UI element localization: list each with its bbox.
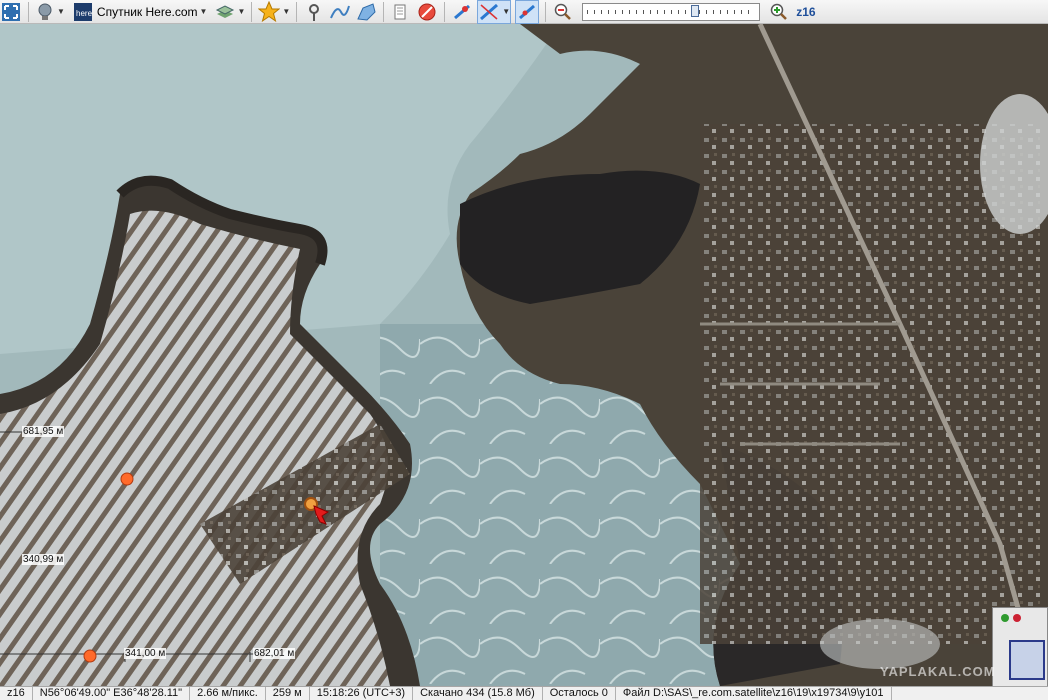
svg-text:here: here	[76, 9, 93, 18]
status-remaining: Осталось 0	[543, 687, 616, 700]
status-coordinates: N56°06'49.00" E36°48'28.11"	[33, 687, 191, 700]
favorites-button[interactable]: ▼	[258, 0, 291, 23]
zoom-level-label: z16	[796, 4, 816, 19]
ruler-label-horizontal-2: 682,01 м	[253, 648, 296, 659]
gps-button[interactable]	[451, 1, 473, 23]
minimap-zoom-in-icon	[1001, 614, 1009, 622]
markers-list-icon	[394, 4, 406, 19]
map-source-label: Спутник Here.com	[96, 4, 198, 19]
zoom-in-button[interactable]	[768, 1, 790, 23]
toolbar-separator	[545, 1, 547, 22]
add-path-button[interactable]	[329, 1, 351, 23]
gps-track-icon	[480, 3, 499, 20]
chevron-down-icon: ▼	[282, 7, 291, 16]
zoom-slider-thumb[interactable]	[691, 4, 700, 17]
minimap-controls	[1001, 614, 1021, 622]
add-polygon-button[interactable]	[355, 1, 377, 23]
zoom-slider[interactable]	[582, 2, 761, 21]
place-mark-icon	[309, 3, 320, 21]
chevron-down-icon: ▼	[502, 7, 511, 16]
watermark-text: YAPLAKAL.COM	[880, 664, 996, 679]
layers-button[interactable]: ▼	[215, 1, 245, 23]
status-bar: z16 N56°06'49.00" E36°48'28.11" 2.66 м/п…	[0, 686, 1048, 700]
placemark-marker	[120, 472, 134, 486]
minimap-panel[interactable]	[992, 607, 1048, 686]
fullscreen-button[interactable]	[0, 1, 22, 23]
hide-markers-button[interactable]	[416, 1, 438, 23]
zoom-in-icon	[770, 3, 788, 20]
satellite-map-view[interactable]: 681,95 м 340,99 м 341,00 м 682,01 м YAPL…	[0, 24, 1048, 686]
map-type-button[interactable]: ▼	[35, 1, 65, 23]
status-zoom: z16	[0, 687, 33, 700]
favorites-star-icon	[258, 0, 281, 22]
placemark-marker	[83, 649, 97, 663]
ruler-label-vertical-1: 681,95 м	[22, 426, 65, 437]
no-entry-icon	[418, 3, 436, 20]
status-altitude: 259 м	[266, 687, 310, 700]
zoom-out-button[interactable]	[552, 1, 574, 23]
layers-icon	[216, 4, 235, 18]
gps-icon	[454, 4, 471, 19]
chevron-down-icon: ▼	[237, 7, 246, 16]
minimap-zoom-out-icon	[1013, 614, 1021, 622]
satellite-imagery	[0, 24, 1048, 686]
gps-center-icon	[519, 4, 536, 19]
minimap-viewport[interactable]	[1009, 640, 1045, 680]
chevron-down-icon: ▼	[57, 7, 65, 16]
main-toolbar: ▼ here Спутник Here.com ▼ ▼ ▼ ▼ z16	[0, 0, 1048, 24]
gps-track-button[interactable]: ▼	[477, 0, 512, 24]
fullscreen-icon	[2, 2, 20, 21]
zoom-slider-ticks	[587, 9, 756, 14]
toolbar-separator	[251, 1, 253, 22]
status-file-path: Файл D:\SAS\_re.com.satellite\z16\19\x19…	[616, 687, 892, 700]
toolbar-separator	[28, 1, 29, 22]
chevron-down-icon: ▼	[199, 7, 208, 16]
path-icon	[330, 5, 351, 18]
markers-list-button[interactable]	[390, 1, 412, 23]
toolbar-separator	[296, 1, 298, 22]
status-downloaded: Скачано 434 (15.8 Мб)	[413, 687, 543, 700]
ruler-label-vertical-2: 340,99 м	[22, 554, 65, 565]
polygon-icon	[357, 2, 376, 21]
status-resolution: 2.66 м/пикс.	[190, 687, 266, 700]
add-placemark-button[interactable]	[303, 1, 325, 23]
globe-icon	[38, 3, 52, 20]
toolbar-separator	[444, 1, 446, 22]
status-time: 15:18:26 (UTC+3)	[310, 687, 414, 700]
gps-center-button[interactable]	[515, 0, 540, 24]
map-source-dropdown[interactable]: here Спутник Here.com ▼	[69, 1, 212, 23]
zoom-out-icon	[554, 3, 572, 20]
toolbar-separator	[383, 1, 385, 22]
here-logo-icon: here	[73, 2, 93, 21]
ruler-label-horizontal-1: 341,00 м	[124, 648, 167, 659]
